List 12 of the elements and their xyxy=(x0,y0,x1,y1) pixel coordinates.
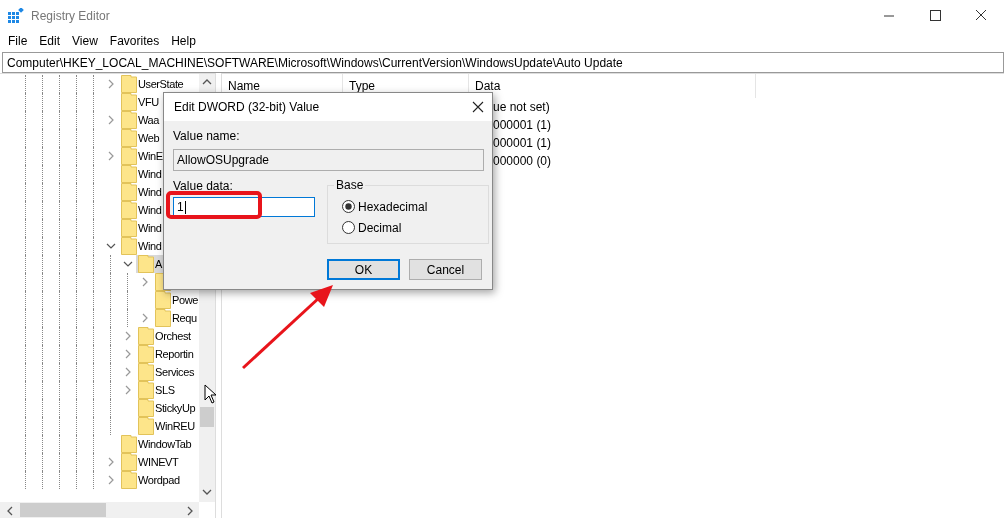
field-label: Value name: xyxy=(173,129,240,143)
window-title: Registry Editor xyxy=(31,9,110,23)
dialog-title: Edit DWORD (32-bit) Value xyxy=(174,100,320,114)
table-cell-text: 000000 (0) xyxy=(493,153,553,170)
table-cell-text: 000001 (1) xyxy=(493,117,553,134)
radio-label: Decimal xyxy=(358,220,402,235)
group-label: Base xyxy=(334,178,366,192)
field-label: Value data: xyxy=(173,179,233,193)
table-cell-text: ue not set) xyxy=(493,99,551,116)
value-name-field: AllowOSUpgrade xyxy=(173,149,484,171)
radio-label: Hexadecimal xyxy=(358,199,428,214)
table-cell-text: 000001 (1) xyxy=(493,135,553,152)
